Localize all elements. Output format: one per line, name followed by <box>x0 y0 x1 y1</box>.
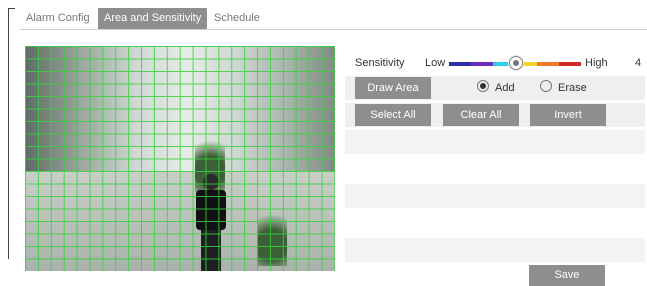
empty-row <box>345 211 645 235</box>
tab-schedule[interactable]: Schedule <box>208 8 266 29</box>
left-bracket <box>8 8 15 259</box>
radio-add[interactable]: Add <box>477 80 515 94</box>
slider-segment <box>449 62 471 66</box>
invert-button[interactable]: Invert <box>530 104 606 126</box>
slider-segment <box>559 62 581 66</box>
draw-area-button[interactable]: Draw Area <box>355 77 431 99</box>
save-button[interactable]: Save <box>529 265 605 286</box>
detection-grid[interactable] <box>25 46 335 271</box>
tabs-bar: Alarm Config Area and Sensitivity Schedu… <box>20 8 647 30</box>
sensitivity-row: Sensitivity Low High 4 <box>345 52 645 76</box>
radio-add-dot[interactable] <box>477 80 489 92</box>
sensitivity-high-label: High <box>585 57 608 69</box>
empty-row <box>345 130 645 154</box>
empty-row <box>345 184 645 208</box>
slider-knob[interactable] <box>509 56 523 70</box>
sensitivity-slider[interactable] <box>449 56 581 70</box>
camera-preview[interactable] <box>25 46 335 271</box>
slider-segment <box>471 62 493 66</box>
radio-erase-label: Erase <box>558 82 587 94</box>
empty-row <box>345 238 645 262</box>
sensitivity-label: Sensitivity <box>355 57 405 69</box>
clear-all-button[interactable]: Clear All <box>443 104 519 126</box>
radio-add-label: Add <box>495 82 515 94</box>
radio-erase[interactable]: Erase <box>540 80 587 94</box>
tab-area-and-sensitivity[interactable]: Area and Sensitivity <box>98 8 208 29</box>
radio-erase-dot[interactable] <box>540 80 552 92</box>
sensitivity-low-label: Low <box>425 57 446 69</box>
empty-row <box>345 157 645 181</box>
slider-segment <box>537 62 559 66</box>
select-all-button[interactable]: Select All <box>355 104 431 126</box>
sensitivity-value: 4 <box>635 57 642 69</box>
tab-alarm-config[interactable]: Alarm Config <box>20 8 96 29</box>
